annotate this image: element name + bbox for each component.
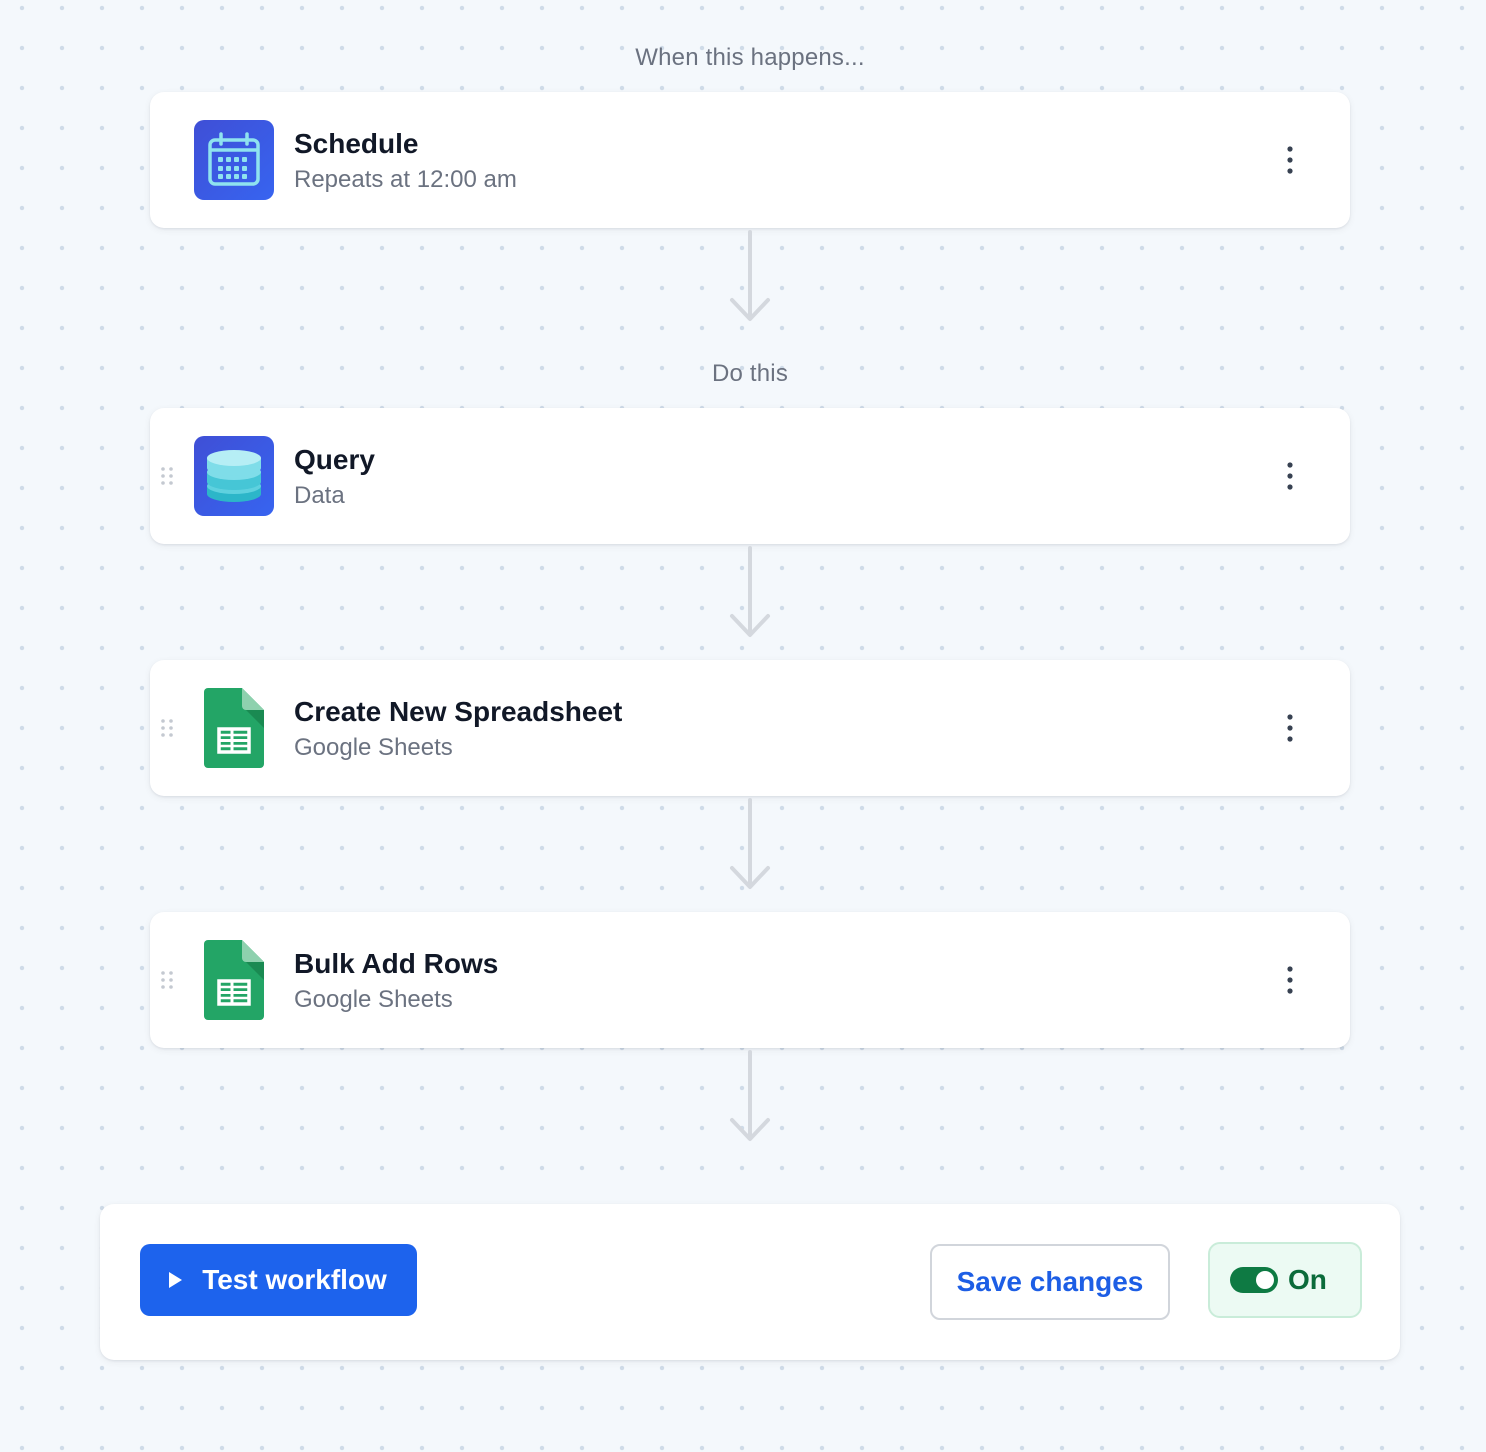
calendar-icon [194, 120, 274, 200]
vertical-dots-icon [1287, 966, 1293, 994]
workflow-active-toggle[interactable]: On [1208, 1242, 1362, 1318]
step-subtitle: Google Sheets [294, 734, 453, 761]
vertical-dots-icon [1287, 462, 1293, 490]
drag-handle-icon[interactable] [160, 970, 174, 990]
step-card-schedule[interactable]: Schedule Repeats at 12:00 am [150, 92, 1350, 228]
step-title: Schedule [294, 128, 419, 159]
arrow-down-connector [730, 798, 770, 889]
step-title: Create New Spreadsheet [294, 696, 623, 727]
drag-handle-icon[interactable] [160, 718, 174, 738]
step-card-create-spreadsheet[interactable]: Create New Spreadsheet Google Sheets [150, 660, 1350, 796]
save-changes-button[interactable]: Save changes [930, 1244, 1170, 1320]
test-workflow-button[interactable]: Test workflow [140, 1244, 417, 1316]
step-subtitle: Repeats at 12:00 am [294, 166, 517, 193]
toggle-label: On [1288, 1264, 1327, 1295]
save-changes-label: Save changes [956, 1266, 1144, 1297]
toggle-knob [1256, 1271, 1274, 1289]
google-sheets-icon [194, 688, 274, 768]
step-title: Query [294, 444, 375, 475]
actions-section-label: Do this [711, 360, 789, 387]
step-title: Bulk Add Rows [294, 948, 499, 979]
google-sheets-icon [194, 940, 274, 1020]
arrow-down-connector [730, 230, 770, 321]
play-icon [169, 1272, 183, 1288]
step-subtitle: Google Sheets [294, 986, 453, 1013]
vertical-dots-icon [1287, 714, 1293, 742]
drag-handle-icon[interactable] [160, 466, 174, 486]
toggle-switch-icon [1230, 1267, 1278, 1293]
more-options-button[interactable] [1270, 708, 1310, 748]
database-icon [194, 436, 274, 516]
step-subtitle: Data [294, 482, 345, 509]
step-card-query[interactable]: Query Data [150, 408, 1350, 544]
vertical-dots-icon [1287, 146, 1293, 174]
trigger-section-label: When this happens... [635, 44, 865, 71]
step-card-bulk-add-rows[interactable]: Bulk Add Rows Google Sheets [150, 912, 1350, 1048]
arrow-down-connector [730, 1050, 770, 1141]
more-options-button[interactable] [1270, 456, 1310, 496]
more-options-button[interactable] [1270, 960, 1310, 1000]
more-options-button[interactable] [1270, 140, 1310, 180]
workflow-action-bar: Test workflow Save changes On [100, 1204, 1400, 1360]
arrow-down-connector [730, 546, 770, 637]
test-workflow-label: Test workflow [202, 1264, 387, 1295]
